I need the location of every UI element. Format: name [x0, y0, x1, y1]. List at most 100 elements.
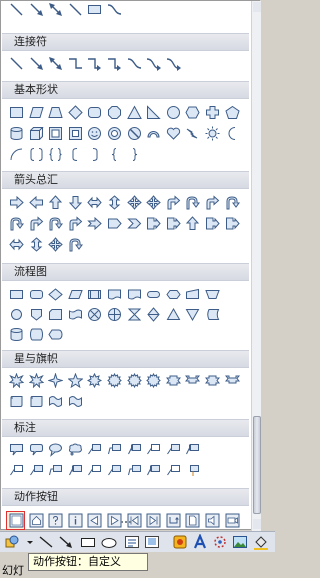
aup-shape-button[interactable] — [185, 216, 200, 231]
aright-shape-button[interactable] — [9, 195, 24, 210]
btnreturn-shape-button[interactable] — [166, 513, 181, 528]
flowoff-shape-button[interactable] — [29, 307, 44, 322]
dblarrow-shape-button[interactable] — [48, 2, 63, 17]
aleft-shape-button[interactable] — [28, 195, 44, 210]
heart-shape-button[interactable] — [166, 126, 181, 141]
calloutbox-shape-button[interactable] — [87, 463, 102, 478]
flowor-shape-button[interactable] — [107, 307, 122, 322]
diagram-tool-button[interactable] — [212, 534, 228, 550]
ribbon2-shape-button[interactable] — [224, 373, 240, 388]
wave-shape-button[interactable] — [48, 394, 63, 409]
star8-shape-button[interactable] — [87, 373, 103, 388]
brace-shape-button[interactable] — [48, 147, 63, 162]
quad-shape-button[interactable] — [126, 195, 142, 210]
flowproc-shape-button[interactable] — [87, 2, 102, 17]
lbracket-shape-button[interactable] — [68, 147, 83, 162]
calloutline2-shape-button[interactable] — [127, 463, 142, 478]
nosymbol-shape-button[interactable] — [127, 126, 142, 141]
bent-shape-button[interactable] — [68, 216, 83, 231]
aup-shape-button[interactable] — [48, 195, 63, 210]
circle-shape-button[interactable] — [166, 105, 181, 120]
calloutline2-shape-button[interactable] — [107, 442, 122, 457]
aud-shape-button[interactable] — [29, 237, 44, 252]
uturn-shape-button[interactable] — [68, 237, 83, 252]
ribbon2-shape-button[interactable] — [185, 373, 201, 388]
calloutrr-shape-button[interactable] — [29, 442, 44, 457]
calloutline-shape-button[interactable] — [29, 463, 44, 478]
rbrace-shape-button[interactable] — [127, 147, 142, 162]
dblarrow-shape-button[interactable] — [48, 56, 63, 71]
rect-shape-button[interactable] — [9, 105, 24, 120]
fill-color-button[interactable] — [253, 534, 269, 550]
bent-shape-button[interactable] — [29, 216, 44, 231]
flowprep-shape-button[interactable] — [166, 287, 181, 302]
line-tool-button[interactable] — [38, 534, 54, 550]
star5-shape-button[interactable] — [67, 373, 83, 388]
cross-shape-button[interactable] — [205, 105, 220, 120]
alr-shape-button[interactable] — [87, 195, 103, 210]
btnmovie-shape-button[interactable] — [225, 513, 240, 528]
flowsum-shape-button[interactable] — [87, 307, 102, 322]
lbrace-shape-button[interactable] — [107, 147, 122, 162]
callright-shape-button[interactable] — [146, 216, 161, 231]
calloutbox-shape-button[interactable] — [166, 463, 181, 478]
ribbon-shape-button[interactable] — [205, 373, 220, 388]
diamond-shape-button[interactable] — [68, 105, 83, 120]
btnback-shape-button[interactable] — [87, 513, 102, 528]
burst-shape-button[interactable] — [9, 373, 24, 388]
rbracket-shape-button[interactable] — [87, 147, 102, 162]
bent-shape-button[interactable] — [166, 195, 181, 210]
elbowarrow-shape-button[interactable] — [87, 56, 102, 71]
triangle-shape-button[interactable] — [126, 105, 142, 120]
vertical-scrollbar[interactable] — [251, 1, 261, 531]
donut-shape-button[interactable] — [107, 126, 122, 141]
flowdirect-shape-button[interactable] — [29, 327, 44, 342]
calloutaccent-shape-button[interactable] — [146, 463, 161, 478]
flowdec-shape-button[interactable] — [48, 287, 63, 302]
callright-shape-button[interactable] — [225, 216, 240, 231]
flowman-shape-button[interactable] — [185, 287, 200, 302]
pent-shape-button[interactable] — [107, 216, 122, 231]
hexagon-shape-button[interactable] — [185, 105, 200, 120]
vertical-textbox-tool-button[interactable] — [144, 534, 160, 550]
arc-shape-button[interactable] — [146, 126, 161, 141]
notched-shape-button[interactable] — [87, 216, 103, 231]
uturn-shape-button[interactable] — [185, 195, 201, 210]
calloutaccent-shape-button[interactable] — [127, 442, 142, 457]
calloutoval-shape-button[interactable] — [48, 442, 63, 457]
btnend-shape-button[interactable] — [146, 513, 161, 528]
alr-shape-button[interactable] — [9, 237, 24, 252]
star4-shape-button[interactable] — [48, 373, 64, 388]
resize-grip-icon[interactable] — [121, 520, 131, 526]
trap-shape-button[interactable] — [48, 105, 63, 120]
line-shape-button[interactable] — [9, 2, 24, 17]
bracket-shape-button[interactable] — [29, 147, 44, 162]
calloutflag-shape-button[interactable] — [185, 463, 200, 478]
flowdoc-shape-button[interactable] — [127, 287, 142, 302]
frame-shape-button[interactable] — [68, 126, 83, 141]
flowtape-shape-button[interactable] — [68, 307, 83, 322]
calloutline2-shape-button[interactable] — [48, 463, 63, 478]
line-shape-button[interactable] — [68, 2, 83, 17]
wave-shape-button[interactable] — [68, 394, 83, 409]
elbow-shape-button[interactable] — [68, 56, 83, 71]
flowdoc-shape-button[interactable] — [107, 287, 122, 302]
btnhome-shape-button[interactable] — [29, 513, 44, 528]
btninfo-shape-button[interactable] — [68, 513, 83, 528]
uturn-shape-button[interactable] — [9, 216, 24, 231]
btndoc-shape-button[interactable] — [185, 513, 200, 528]
flowstored-shape-button[interactable] — [205, 307, 220, 322]
elbowarrow-shape-button[interactable] — [107, 56, 122, 71]
callright-shape-button[interactable] — [166, 216, 181, 231]
uturn-shape-button[interactable] — [48, 216, 64, 231]
burst-shape-button[interactable] — [28, 373, 44, 388]
calloutline-shape-button[interactable] — [107, 463, 122, 478]
calloutline-shape-button[interactable] — [87, 442, 102, 457]
sun-shape-button[interactable] — [205, 126, 220, 141]
scroll-up-button[interactable] — [253, 2, 261, 12]
para-shape-button[interactable] — [28, 105, 44, 120]
rrect-shape-button[interactable] — [87, 105, 102, 120]
textbox-tool-button[interactable] — [124, 534, 140, 550]
autoshapes-dropdown-arrow[interactable] — [22, 534, 33, 550]
ribbon-shape-button[interactable] — [165, 373, 181, 388]
